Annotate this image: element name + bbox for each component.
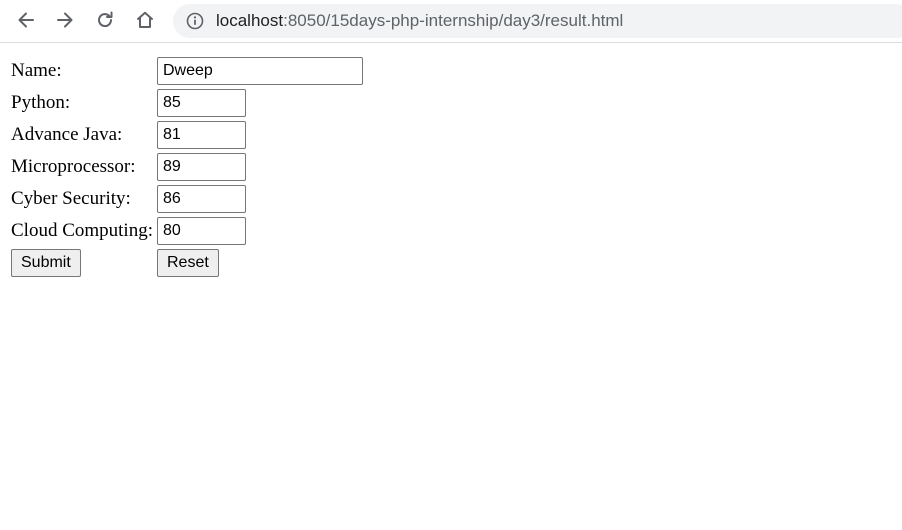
info-circle-icon[interactable] xyxy=(186,12,204,30)
url-path: :8050/15days-php-internship/day3/result.… xyxy=(283,11,624,30)
arrow-right-icon xyxy=(57,12,73,28)
python-input[interactable] xyxy=(157,89,246,117)
form-row-microprocessor: Microprocessor: xyxy=(10,152,364,182)
url-host: localhost xyxy=(216,11,284,30)
browser-toolbar: localhost:8050/15days-php-internship/day… xyxy=(0,0,902,42)
submit-button[interactable]: Submit xyxy=(11,249,81,277)
form-row-cloud-computing: Cloud Computing: xyxy=(10,216,364,246)
url-text[interactable]: localhost:8050/15days-php-internship/day… xyxy=(216,11,623,31)
microprocessor-label: Microprocessor: xyxy=(11,156,136,177)
name-input[interactable] xyxy=(157,57,363,85)
address-bar[interactable]: localhost:8050/15days-php-internship/day… xyxy=(173,4,902,38)
cyber-security-input[interactable] xyxy=(157,185,246,213)
forward-button[interactable] xyxy=(52,7,78,33)
microprocessor-input[interactable] xyxy=(157,153,246,181)
reset-button[interactable]: Reset xyxy=(157,249,219,277)
marks-form: Name: Python: Advance Java: Microprocess… xyxy=(8,54,366,280)
cyber-security-label: Cyber Security: xyxy=(11,188,131,209)
form-row-python: Python: xyxy=(10,88,364,118)
name-label: Name: xyxy=(11,60,62,81)
arrow-left-icon xyxy=(18,12,34,28)
toolbar-divider xyxy=(0,42,902,43)
reload-button[interactable] xyxy=(92,7,118,33)
home-icon xyxy=(137,11,153,28)
reload-icon xyxy=(98,11,113,28)
python-label: Python: xyxy=(11,92,71,113)
cloud-computing-label: Cloud Computing: xyxy=(11,220,153,241)
advance-java-label: Advance Java: xyxy=(11,124,123,145)
advance-java-input[interactable] xyxy=(157,121,246,149)
back-button[interactable] xyxy=(13,7,39,33)
cloud-computing-input[interactable] xyxy=(157,217,246,245)
form-row-cyber-security: Cyber Security: xyxy=(10,184,364,214)
form-row-buttons: Submit Reset xyxy=(10,248,364,278)
form-row-advance-java: Advance Java: xyxy=(10,120,364,150)
home-button[interactable] xyxy=(132,7,158,33)
form-row-name: Name: xyxy=(10,56,364,86)
